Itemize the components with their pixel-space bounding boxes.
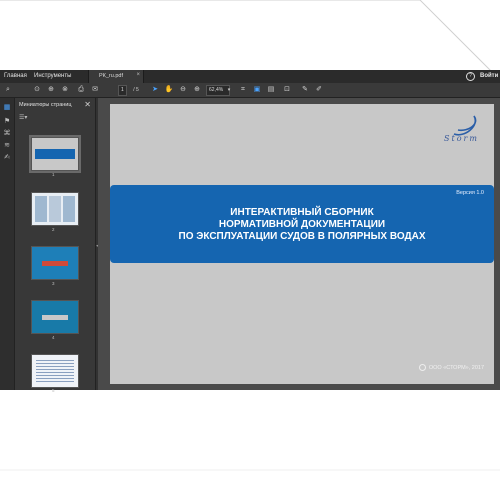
signin-button[interactable]: Войти — [480, 73, 498, 79]
page-down-icon[interactable]: ⊗ — [60, 85, 70, 95]
thumbnail-page-1[interactable] — [29, 135, 81, 173]
copyright-text: ООО «СТОРМ», 2017 — [428, 364, 484, 371]
page-thumbnails-icon[interactable]: ▦ — [3, 104, 11, 112]
menu-tools[interactable]: Инструменты — [34, 73, 71, 79]
logo-text: Storm — [444, 134, 479, 143]
mail-icon[interactable]: ✉ — [90, 85, 100, 95]
fit-page-icon[interactable]: ▣ — [252, 85, 262, 95]
title-line-2: НОРМАТИВНОЙ ДОКУМЕНТАЦИИ — [218, 219, 386, 230]
pdf-viewer-window: Главная Инструменты РК_ru.pdf × ? Войти … — [0, 70, 500, 393]
crop-icon[interactable]: ⌗ — [238, 85, 248, 95]
document-title: ИНТЕРАКТИВНЫЙ СБОРНИК НОРМАТИВНОЙ ДОКУМЕ… — [110, 207, 494, 243]
presentation-icon[interactable]: ⊡ — [282, 85, 292, 95]
document-view[interactable]: Storm Версия 1.0 ИНТЕРАКТИВНЫЙ СБОРНИК Н… — [98, 98, 500, 390]
thumbnail-page-4[interactable] — [31, 300, 79, 334]
thumbnails-panel: Миниатюры страниц ✕ ☰▾ 1 2 3 4 5 — [15, 98, 96, 393]
toolbar: ⌕ ⊙ ⊕ ⊗ ⎙ ✉ 1 / 5 ➤ ✋ ⊖ ⊕ 62,4% ▾ ⌗ ▣ ▤ … — [0, 83, 500, 98]
thumbnail-page-2[interactable] — [31, 192, 79, 226]
hand-tool-icon[interactable]: ✋ — [164, 85, 174, 95]
bookmark-icon[interactable]: ⚑ — [3, 118, 11, 126]
page-up-icon[interactable]: ⊕ — [46, 85, 56, 95]
close-tab-icon[interactable]: × — [136, 72, 140, 78]
select-cursor-icon[interactable]: ➤ — [150, 85, 160, 95]
document-tab[interactable]: РК_ru.pdf × — [88, 70, 144, 83]
thumbnail-options-icon[interactable]: ☰▾ — [19, 114, 27, 121]
attachment-icon[interactable]: ⌘ — [3, 130, 11, 138]
comment-icon[interactable]: ✎ — [300, 85, 310, 95]
zoom-out-icon[interactable]: ⊖ — [178, 85, 188, 95]
thumbnail-number: 1 — [52, 172, 55, 177]
thumbnail-page-5[interactable] — [31, 354, 79, 388]
title-line-1: ИНТЕРАКТИВНЫЙ СБОРНИК — [230, 207, 374, 218]
thumbnail-number: 4 — [52, 335, 55, 340]
title-banner: Версия 1.0 ИНТЕРАКТИВНЫЙ СБОРНИК НОРМАТИ… — [110, 185, 494, 263]
signature-icon[interactable]: ✍ — [3, 154, 11, 162]
help-icon[interactable]: ? — [466, 72, 475, 81]
left-icon-rail: ▦ ⚑ ⌘ ≋ ✍ — [0, 98, 15, 390]
thumbnail-page-3[interactable] — [31, 246, 79, 280]
close-panel-icon[interactable]: ✕ — [84, 100, 91, 109]
title-line-3: ПО ЭКСПЛУАТАЦИИ СУДОВ В ПОЛЯРНЫХ ВОДАХ — [178, 231, 426, 242]
panel-title: Миниатюры страниц — [19, 102, 72, 108]
zoom-in-icon[interactable]: ⊕ — [192, 85, 202, 95]
prev-page-icon[interactable]: ⊙ — [32, 85, 42, 95]
highlight-icon[interactable]: ✐ — [314, 85, 324, 95]
document-tab-label: РК_ru.pdf — [99, 73, 123, 79]
scroll-mode-icon[interactable]: ▤ — [266, 85, 276, 95]
thumbnail-number: 2 — [52, 227, 55, 232]
page-total: / 5 — [133, 87, 139, 93]
pdf-page: Storm Версия 1.0 ИНТЕРАКТИВНЫЙ СБОРНИК Н… — [110, 104, 494, 384]
copyright-footer: ООО «СТОРМ», 2017 — [418, 364, 484, 371]
version-label: Версия 1.0 — [456, 190, 484, 196]
print-icon[interactable]: ⎙ — [76, 85, 86, 95]
menu-home[interactable]: Главная — [4, 73, 27, 79]
chevron-down-icon[interactable]: ▾ — [226, 85, 232, 95]
thumbnail-number: 3 — [52, 281, 55, 286]
menu-bar: Главная Инструменты РК_ru.pdf × ? Войти — [0, 70, 500, 84]
thumbnail-number: 5 — [52, 388, 55, 393]
search-icon[interactable]: ⌕ — [3, 85, 13, 95]
page-number-input[interactable]: 1 — [118, 85, 127, 96]
copyright-icon — [418, 364, 426, 371]
layers-icon[interactable]: ≋ — [3, 142, 11, 150]
